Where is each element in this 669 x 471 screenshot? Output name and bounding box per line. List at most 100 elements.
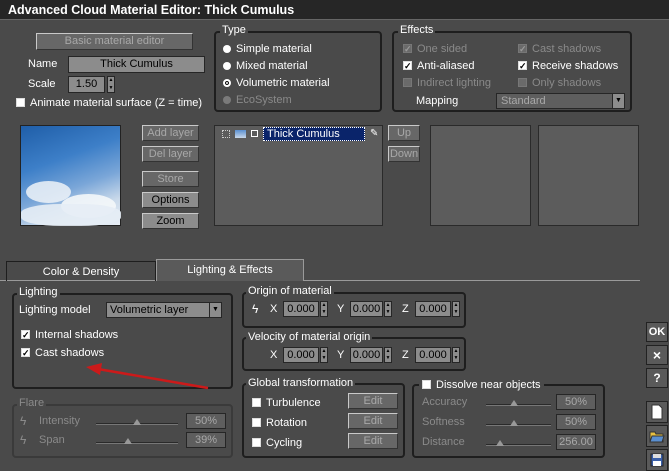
radio-simple[interactable] — [223, 44, 231, 53]
layer-up-button[interactable]: Up — [388, 125, 420, 141]
one-sided-label: One sided — [417, 42, 468, 55]
velocity-y-spinner[interactable]: ▲ ▼ — [384, 347, 392, 363]
type-option-volumetric[interactable]: Volumetric material — [223, 74, 330, 91]
scale-field[interactable]: 1.50 — [68, 76, 105, 93]
softness-label: Softness — [422, 416, 465, 428]
lighting-model-label: Lighting model — [19, 304, 91, 316]
lighting-group-title: Lighting — [17, 286, 60, 298]
turbulence-checkbox[interactable] — [252, 398, 261, 407]
cycling-checkbox[interactable] — [252, 438, 261, 447]
origin-z-label: Z — [402, 303, 409, 315]
store-button[interactable]: Store — [142, 171, 199, 187]
help-button[interactable]: ? — [646, 368, 668, 388]
type-options: Simple material Mixed material Volumetri… — [223, 40, 330, 108]
origin-y-field[interactable]: 0.000 — [350, 301, 383, 317]
type-option-mixed[interactable]: Mixed material — [223, 57, 330, 74]
layer-item-label[interactable]: Thick Cumulus — [263, 126, 365, 141]
mapping-dropdown-icon[interactable]: ▼ — [612, 93, 625, 109]
ok-button[interactable]: OK — [646, 322, 668, 342]
tab-lighting-effects[interactable]: Lighting & Effects — [156, 259, 304, 281]
new-document-icon — [651, 404, 663, 420]
animate-surface-row[interactable]: Animate material surface (Z = time) — [16, 94, 202, 111]
radio-volumetric[interactable] — [223, 78, 231, 87]
layer-visibility-icon[interactable] — [251, 130, 258, 137]
dissolve-row[interactable]: Dissolve near objects — [419, 376, 544, 393]
anti-aliased-checkbox[interactable]: ✓ — [403, 61, 412, 71]
cycling-edit-button[interactable]: Edit — [348, 433, 398, 449]
cast-shadows-checkbox[interactable]: ✓ — [21, 348, 30, 358]
distance-label: Distance — [422, 436, 465, 448]
flare-intensity-field: 50% — [186, 413, 226, 429]
turbulence-row[interactable]: Turbulence — [252, 394, 321, 411]
close-button[interactable]: × — [646, 345, 668, 365]
layer-item[interactable]: Thick Cumulus ✎ — [222, 125, 378, 142]
velocity-x-label: X — [270, 349, 278, 361]
new-document-button[interactable] — [646, 401, 668, 423]
animate-surface-label: Animate material surface (Z = time) — [30, 96, 203, 109]
scale-label: Scale — [28, 78, 56, 90]
flare-intensity-label: Intensity — [39, 415, 80, 427]
type-option-ecosystem-label: EcoSystem — [236, 93, 292, 106]
del-layer-button[interactable]: Del layer — [142, 146, 199, 162]
velocity-z-spinner[interactable]: ▲ ▼ — [452, 347, 460, 363]
dissolve-checkbox[interactable] — [422, 380, 431, 389]
add-layer-button[interactable]: Add layer — [142, 125, 199, 141]
animate-surface-checkbox[interactable] — [16, 98, 25, 107]
layer-down-button[interactable]: Down — [388, 146, 420, 162]
radio-mixed[interactable] — [223, 61, 231, 70]
origin-z-field[interactable]: 0.000 — [415, 301, 451, 317]
rotation-row[interactable]: Rotation — [252, 414, 307, 431]
save-button[interactable] — [646, 449, 668, 471]
lightning-icon[interactable]: ϟ — [252, 302, 258, 316]
cycling-label: Cycling — [266, 436, 303, 449]
tab-color-density[interactable]: Color & Density — [6, 261, 156, 281]
only-shadows-row: Only shadows — [518, 74, 601, 91]
scale-spinner[interactable]: ▲ ▼ — [107, 76, 115, 93]
cycling-row[interactable]: Cycling — [252, 434, 302, 451]
name-field[interactable]: Thick Cumulus — [68, 56, 205, 73]
softness-field: 50% — [556, 414, 596, 430]
velocity-z-field[interactable]: 0.000 — [415, 347, 451, 363]
rotation-edit-button[interactable]: Edit — [348, 413, 398, 429]
accuracy-field: 50% — [556, 394, 596, 410]
mapping-select[interactable]: Standard — [496, 93, 614, 109]
lighting-model-dropdown-icon[interactable]: ▼ — [209, 302, 222, 318]
origin-y-spinner[interactable]: ▲ ▼ — [384, 301, 392, 317]
save-disk-icon — [650, 453, 664, 467]
basic-material-editor-button[interactable]: Basic material editor — [36, 33, 193, 50]
rotation-checkbox[interactable] — [252, 418, 261, 427]
velocity-y-field[interactable]: 0.000 — [350, 347, 383, 363]
indirect-lighting-row: Indirect lighting — [403, 74, 491, 91]
type-option-mixed-label: Mixed material — [236, 59, 308, 72]
window-title: Advanced Cloud Material Editor: Thick Cu… — [0, 0, 669, 20]
origin-z-spinner[interactable]: ▲ ▼ — [452, 301, 460, 317]
type-option-simple-label: Simple material — [236, 42, 312, 55]
cast-shadows-effect-label: Cast shadows — [532, 42, 602, 55]
internal-shadows-checkbox[interactable]: ✓ — [21, 330, 30, 340]
zoom-button[interactable]: Zoom — [142, 213, 199, 229]
options-button[interactable]: Options — [142, 192, 199, 208]
velocity-x-field[interactable]: 0.000 — [283, 347, 319, 363]
cast-shadows-effect-checkbox: ✓ — [518, 44, 527, 54]
distance-slider — [486, 444, 551, 446]
type-option-simple[interactable]: Simple material — [223, 40, 330, 57]
type-group-title: Type — [220, 24, 248, 36]
open-folder-icon — [649, 431, 665, 443]
red-annotation-arrow — [86, 363, 209, 390]
global-transformation-title: Global transformation — [246, 377, 356, 389]
internal-shadows-row[interactable]: ✓ Internal shadows — [21, 326, 118, 343]
lighting-model-select[interactable]: Volumetric layer — [106, 302, 210, 318]
distance-field: 256.00 — [556, 434, 596, 450]
flare-span-field: 39% — [186, 432, 226, 448]
receive-shadows-checkbox[interactable]: ✓ — [518, 61, 527, 71]
receive-shadows-row[interactable]: ✓ Receive shadows — [518, 57, 618, 74]
open-button[interactable] — [646, 425, 668, 447]
pencil-icon[interactable]: ✎ — [370, 128, 378, 139]
flare-span-slider — [96, 442, 178, 444]
velocity-x-spinner[interactable]: ▲ ▼ — [320, 347, 328, 363]
flare-intensity-lightning-icon: ϟ — [20, 414, 27, 428]
origin-x-spinner[interactable]: ▲ ▼ — [320, 301, 328, 317]
turbulence-edit-button[interactable]: Edit — [348, 393, 398, 409]
origin-x-field[interactable]: 0.000 — [283, 301, 319, 317]
anti-aliased-row[interactable]: ✓ Anti-aliased — [403, 57, 474, 74]
